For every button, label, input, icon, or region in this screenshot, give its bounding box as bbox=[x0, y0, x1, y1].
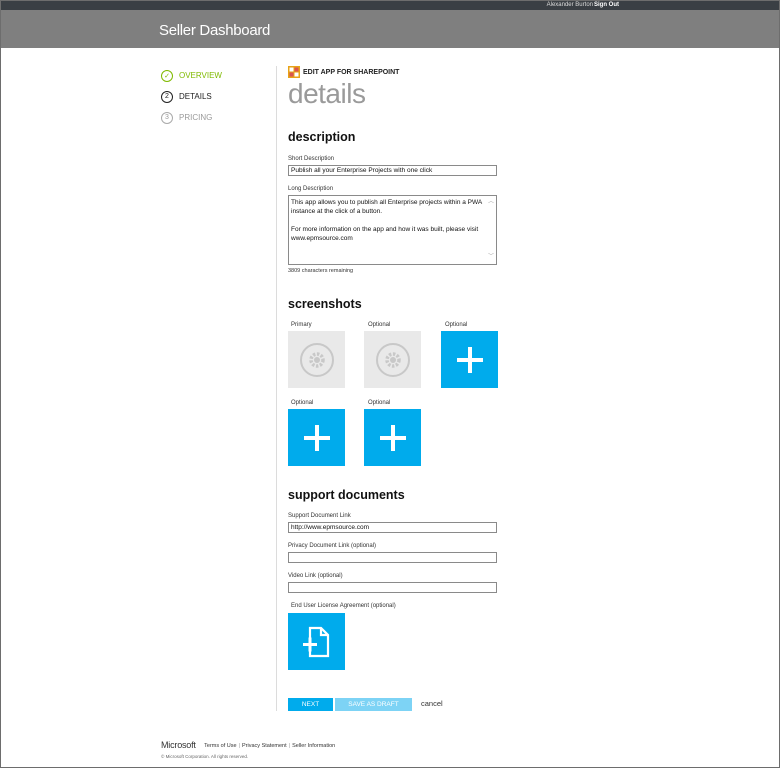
step-overview[interactable]: ✓ OVERVIEW bbox=[161, 65, 222, 86]
long-description-paragraph: For more information on the app and how … bbox=[291, 226, 479, 242]
description-heading: description bbox=[288, 130, 356, 144]
characters-remaining: 3809 characters remaining bbox=[288, 268, 354, 274]
screenshot-label: Optional bbox=[291, 400, 314, 406]
details-form: EDIT APP FOR SHAREPOINT details bbox=[288, 65, 518, 116]
plus-icon bbox=[303, 424, 330, 451]
user-name: Alexander Burton bbox=[546, 2, 593, 8]
short-description-input[interactable]: Publish all your Enterprise Projects wit… bbox=[288, 165, 497, 176]
divider bbox=[276, 66, 277, 711]
support-link-input[interactable]: http://www.epmsource.com bbox=[288, 522, 497, 533]
plus-icon bbox=[379, 424, 406, 451]
separator: | bbox=[288, 743, 291, 749]
plus-icon bbox=[456, 346, 483, 373]
step-label: PRICING bbox=[179, 113, 213, 122]
terms-of-use-link[interactable]: Terms of Use bbox=[204, 743, 236, 749]
add-screenshot-button[interactable] bbox=[364, 409, 421, 466]
app-heading-text: EDIT APP FOR SHAREPOINT bbox=[303, 68, 400, 76]
privacy-link-input[interactable] bbox=[288, 552, 497, 563]
add-screenshot-button[interactable] bbox=[441, 331, 498, 388]
next-button[interactable]: NEXT bbox=[288, 698, 333, 711]
page-title: details bbox=[288, 78, 366, 109]
privacy-statement-link[interactable]: Privacy Statement bbox=[242, 743, 287, 749]
check-icon: ✓ bbox=[161, 69, 173, 82]
app-heading: EDIT APP FOR SHAREPOINT bbox=[288, 65, 518, 79]
top-bar: Alexander Burton Sign Out bbox=[1, 1, 779, 10]
office-app-icon bbox=[288, 66, 300, 78]
support-link-label: Support Document Link bbox=[288, 513, 351, 519]
step-label: OVERVIEW bbox=[179, 71, 222, 80]
step-number: 3 bbox=[161, 111, 173, 124]
short-description-label: Short Description bbox=[288, 156, 335, 162]
step-details[interactable]: 2 DETAILS bbox=[161, 86, 222, 107]
footer-links: Terms of Use | Privacy Statement | Seller In… bbox=[204, 743, 335, 749]
app-title[interactable]: Seller Dashboard bbox=[159, 22, 270, 39]
screenshot-slot-primary[interactable] bbox=[288, 331, 345, 388]
long-description-paragraph: This app allows you to publish all Enter… bbox=[291, 199, 482, 215]
cancel-link[interactable]: cancel bbox=[421, 699, 443, 708]
wizard-steps: ✓ OVERVIEW 2 DETAILS 3 PRICING bbox=[161, 65, 222, 128]
privacy-link-label: Privacy Document Link (optional) bbox=[288, 543, 377, 549]
scroll-up-icon[interactable]: ︿ bbox=[488, 198, 494, 207]
long-description-textarea[interactable]: This app allows you to publish all Enter… bbox=[288, 195, 497, 265]
screenshot-label: Optional bbox=[368, 400, 391, 406]
add-screenshot-button[interactable] bbox=[288, 409, 345, 466]
eula-label: End User License Agreement (optional) bbox=[291, 603, 396, 609]
long-description-label: Long Description bbox=[288, 186, 334, 192]
step-number: 2 bbox=[161, 90, 173, 103]
footer: Microsoft Terms of Use | Privacy Statement… bbox=[161, 735, 335, 759]
gear-icon bbox=[375, 342, 410, 377]
separator: | bbox=[238, 743, 241, 749]
screenshot-slot-2[interactable] bbox=[364, 331, 421, 388]
screenshot-label: Optional bbox=[445, 322, 468, 328]
screenshot-label: Primary bbox=[291, 322, 312, 328]
save-as-draft-button[interactable]: SAVE AS DRAFT bbox=[335, 698, 412, 711]
add-document-icon bbox=[302, 626, 329, 657]
copyright: © Microsoft Corporation. All rights rese… bbox=[161, 754, 249, 759]
screenshot-label: Optional bbox=[368, 322, 391, 328]
video-link-input[interactable] bbox=[288, 582, 497, 593]
header-bar: Seller Dashboard bbox=[1, 10, 779, 48]
support-documents-heading: support documents bbox=[288, 488, 405, 502]
upload-eula-button[interactable] bbox=[288, 613, 345, 670]
scroll-down-icon[interactable]: ﹀ bbox=[488, 253, 494, 262]
screenshots-heading: screenshots bbox=[288, 297, 362, 311]
sign-out-link[interactable]: Sign Out bbox=[594, 2, 619, 8]
textarea-scrollbar[interactable]: ︿ ﹀ bbox=[488, 198, 495, 262]
step-pricing[interactable]: 3 PRICING bbox=[161, 107, 222, 128]
microsoft-logo: Microsoft bbox=[161, 740, 196, 750]
step-label: DETAILS bbox=[179, 92, 212, 101]
video-link-label: Video Link (optional) bbox=[288, 573, 343, 579]
seller-information-link[interactable]: Seller Information bbox=[292, 743, 335, 749]
gear-icon bbox=[299, 342, 334, 377]
